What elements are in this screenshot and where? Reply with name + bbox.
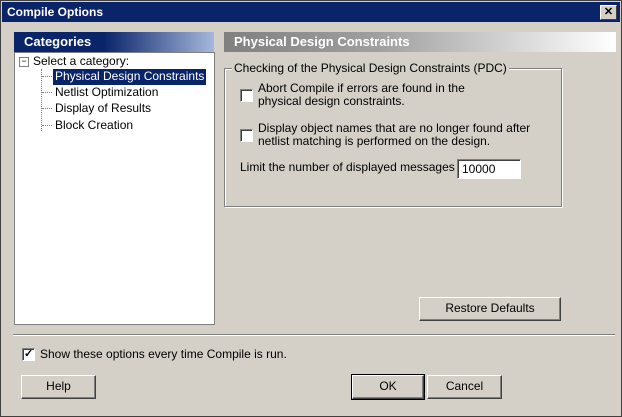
restore-defaults-button[interactable]: Restore Defaults — [419, 297, 561, 321]
cancel-button[interactable]: Cancel — [427, 375, 502, 399]
tree-item-netlist-optimization[interactable]: Netlist Optimization — [55, 85, 158, 101]
close-button[interactable]: ✕ — [600, 5, 617, 20]
compile-options-dialog: Compile Options ✕ Categories − Select a … — [0, 0, 622, 417]
close-icon: ✕ — [603, 6, 614, 18]
title-bar[interactable]: Compile Options ✕ — [2, 2, 620, 22]
limit-messages-input[interactable] — [457, 159, 521, 179]
tree-connector — [41, 69, 42, 131]
tree-connector — [42, 76, 52, 77]
display-object-names-checkbox[interactable] — [240, 129, 253, 142]
show-options-checkbox[interactable]: ✓ — [22, 348, 35, 361]
tree-connector — [42, 92, 52, 93]
limit-messages-label: Limit the number of displayed messages t… — [240, 160, 472, 174]
ok-button[interactable]: OK — [351, 374, 425, 400]
display-object-names-label-line2: netlist matching is performed on the des… — [258, 134, 491, 148]
tree-item-display-of-results[interactable]: Display of Results — [55, 101, 151, 117]
abort-compile-label-line2: physical design constraints. — [258, 94, 405, 108]
tree-root-label: Select a category: — [33, 54, 130, 68]
tree-item-physical-design-constraints[interactable]: Physical Design Constraints — [53, 69, 207, 85]
window-title: Compile Options — [7, 5, 103, 19]
category-tree[interactable]: − Select a category: Physical Design Con… — [14, 52, 215, 325]
abort-compile-checkbox[interactable] — [240, 89, 253, 102]
group-label: Checking of the Physical Design Constrai… — [232, 61, 509, 75]
show-options-label: Show these options every time Compile is… — [40, 347, 287, 361]
collapse-icon[interactable]: − — [19, 57, 29, 67]
display-object-names-label: Display object names that are no longer … — [258, 122, 530, 148]
pdc-group-box: Checking of the Physical Design Constrai… — [224, 61, 562, 207]
separator — [13, 334, 615, 336]
tree-connector — [42, 125, 52, 126]
section-header: Physical Design Constraints — [224, 32, 616, 52]
help-button[interactable]: Help — [21, 375, 96, 399]
tree-item-block-creation[interactable]: Block Creation — [55, 118, 133, 134]
tree-connector — [42, 108, 52, 109]
abort-compile-label: Abort Compile if errors are found in the… — [258, 82, 465, 108]
categories-header: Categories — [14, 32, 214, 52]
checkmark-icon: ✓ — [24, 348, 34, 360]
